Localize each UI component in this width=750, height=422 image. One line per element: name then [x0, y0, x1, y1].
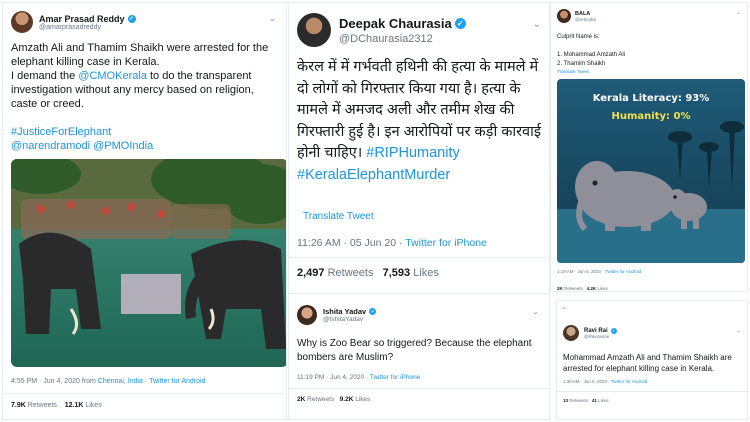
tweet-header: BALA @erbmjha [557, 9, 596, 23]
mention-link[interactable]: @narendramodi [11, 140, 90, 152]
hashtag-link[interactable]: #JusticeForElephant [11, 126, 111, 138]
hashtag-link[interactable]: #KeralaElephantMurder [297, 167, 450, 183]
tweet-card-amar: Amar Prasad Reddy ✓ @amarprasadreddy ⌄ A… [2, 2, 287, 420]
divider [289, 257, 549, 258]
tweet-header: Deepak Chaurasia ✓ @DChaurasia2312 [297, 13, 466, 47]
timestamp[interactable]: 11:26 AM · 05 Jun 20 · [297, 237, 405, 249]
divider [557, 391, 747, 392]
timestamp[interactable]: 11:19 PM · Jun 4, 2020 · [297, 374, 370, 381]
chevron-down-icon[interactable]: ⌄ [736, 327, 741, 334]
verified-badge-icon: ✓ [610, 327, 617, 334]
display-name[interactable]: Ravi Rai [584, 328, 608, 334]
avatar[interactable] [557, 9, 571, 23]
divider [289, 293, 549, 294]
user-handle[interactable]: @Ravirairoe [584, 334, 617, 339]
tweet-text: Culprit Name is: 1. Mohammad Amzath Ali … [557, 34, 626, 67]
verified-badge-icon: ✓ [369, 308, 377, 315]
retweet-count[interactable]: 2K [557, 286, 563, 291]
retweet-count[interactable]: 2,497 [297, 267, 325, 279]
tweet-meta: 11:19 PM · Jun 4, 2020 · Twitter for iPh… [297, 374, 420, 381]
display-name[interactable]: Deepak Chaurasia [339, 16, 452, 31]
display-name[interactable]: BALA [575, 11, 590, 17]
poster-line-humanity: Humanity: 0% [612, 111, 691, 122]
like-count[interactable]: 9.2K [340, 396, 354, 403]
elephant-cartoon-poster: Kerala Literacy: 93% Humanity: 0% [557, 79, 745, 263]
source-link[interactable]: Twitter for iPhone [405, 237, 487, 249]
collage: Amar Prasad Reddy ✓ @amarprasadreddy ⌄ A… [0, 0, 750, 422]
hashtag-link[interactable]: #RIPHumanity [366, 145, 459, 161]
chevron-down-icon[interactable]: ⌄ [561, 303, 567, 311]
translate-tweet-link[interactable]: Translate Tweet [303, 211, 374, 222]
avatar[interactable] [297, 305, 317, 325]
translate-tweet-link[interactable]: Translate Tweet [557, 69, 589, 74]
divider [3, 393, 286, 394]
source-link[interactable]: Twitter for iPhone [370, 374, 421, 381]
verified-badge-icon: ✓ [127, 14, 136, 23]
source-link[interactable]: Twitter for Android [611, 379, 647, 384]
chevron-down-icon[interactable]: ⌄ [736, 9, 741, 16]
tweet-card-bala: BALA @erbmjha ⌄ Culprit Name is: 1. Moha… [550, 2, 748, 292]
like-count[interactable]: 41 [592, 398, 597, 403]
tweet-meta: 4:55 PM · Jun 4, 2020 from Chennai, Indi… [11, 378, 206, 385]
retweet-count[interactable]: 13 [563, 398, 568, 403]
user-handle[interactable]: @amarprasadreddy [39, 24, 136, 31]
avatar[interactable] [11, 11, 33, 33]
tweet-header: Ravi Rai ✓ @Ravirairoe [563, 325, 617, 341]
user-handle[interactable]: @IshitaYadav [323, 316, 376, 323]
retweet-count[interactable]: 7.9K [11, 402, 26, 409]
tweet-text: Why is Zoo Bear so triggered? Because th… [297, 338, 532, 363]
timestamp[interactable]: 1:38 AM · Jun 5, 2020 · [563, 379, 611, 384]
avatar[interactable] [563, 325, 579, 341]
source-link[interactable]: Twitter for Android [605, 269, 641, 274]
tweet-stats: 2K Retweets 9.2K Likes [297, 396, 371, 403]
tweet-text: केरल में में गर्भवती हथिनी की हत्या के म… [297, 59, 541, 183]
reply-tweet: Ishita Yadav ✓ @IshitaYadav ⌄ Why is Zoo… [289, 295, 549, 419]
like-count[interactable]: 7,593 [383, 267, 411, 279]
tweet-header: Ishita Yadav ✓ @IshitaYadav [297, 305, 377, 325]
tweet-header: Amar Prasad Reddy ✓ @amarprasadreddy [11, 11, 136, 33]
chevron-down-icon[interactable]: ⌄ [268, 13, 276, 24]
tweet-photo[interactable]: Kerala Literacy: 93% Humanity: 0% [557, 79, 745, 263]
tweet-meta: 1:38 AM · Jun 5, 2020 · Twitter for Andr… [563, 379, 647, 384]
verified-badge-icon: ✓ [454, 17, 466, 29]
user-handle[interactable]: @erbmjha [575, 17, 596, 22]
tweet-card-ravi: ⌄ Ravi Rai ✓ @Ravirairoe ⌄ Mohammad Amza… [556, 300, 748, 420]
user-handle[interactable]: @DChaurasia2312 [339, 33, 466, 45]
display-name[interactable]: Amar Prasad Reddy [39, 14, 125, 24]
tweet-meta: 11:26 AM · 05 Jun 20 · Twitter for iPhon… [297, 237, 487, 249]
retweet-count[interactable]: 2K [297, 396, 305, 403]
tweet-stats: 2K Retweets 4.2K Likes [557, 286, 608, 291]
like-count[interactable]: 4.2K [587, 286, 597, 291]
like-count[interactable]: 12.1K [65, 402, 84, 409]
tweet-stats: 13 Retweets 41 Likes [563, 398, 609, 403]
chevron-down-icon[interactable]: ⌄ [532, 307, 539, 316]
timestamp[interactable]: 1:19 AM · Jun 5, 2020 · [557, 269, 605, 274]
tweet-text: Amzath Ali and Thamim Shaikh were arrest… [11, 42, 269, 152]
tweet-meta: 1:19 AM · Jun 5, 2020 · Twitter for Andr… [557, 269, 641, 274]
timestamp[interactable]: 4:55 PM · Jun 4, 2020 [11, 378, 80, 385]
tweet-photo[interactable] [11, 159, 286, 367]
elephant-river-photo [11, 159, 286, 367]
mention-link[interactable]: @PMOIndia [93, 140, 153, 152]
tweet-stats: 7.9K Retweets 12.1K Likes [11, 402, 102, 409]
location-link[interactable]: Chennai, India [98, 378, 143, 385]
display-name[interactable]: Ishita Yadav [323, 307, 366, 316]
tweet-text: Mohammad Amzath Ali and Thamim Shaikh ar… [563, 353, 732, 373]
source-link[interactable]: Twitter for Android [149, 378, 205, 385]
mention-link[interactable]: @CMOKerala [78, 70, 147, 82]
tweet-card-deepak: Deepak Chaurasia ✓ @DChaurasia2312 ⌄ केर… [288, 2, 550, 420]
tweet-stats: 2,497 Retweets 7,593 Likes [297, 267, 439, 279]
poster-line-literacy: Kerala Literacy: 93% [593, 93, 710, 104]
chevron-down-icon[interactable]: ⌄ [533, 19, 541, 30]
avatar[interactable] [297, 13, 331, 47]
divider [289, 388, 549, 389]
